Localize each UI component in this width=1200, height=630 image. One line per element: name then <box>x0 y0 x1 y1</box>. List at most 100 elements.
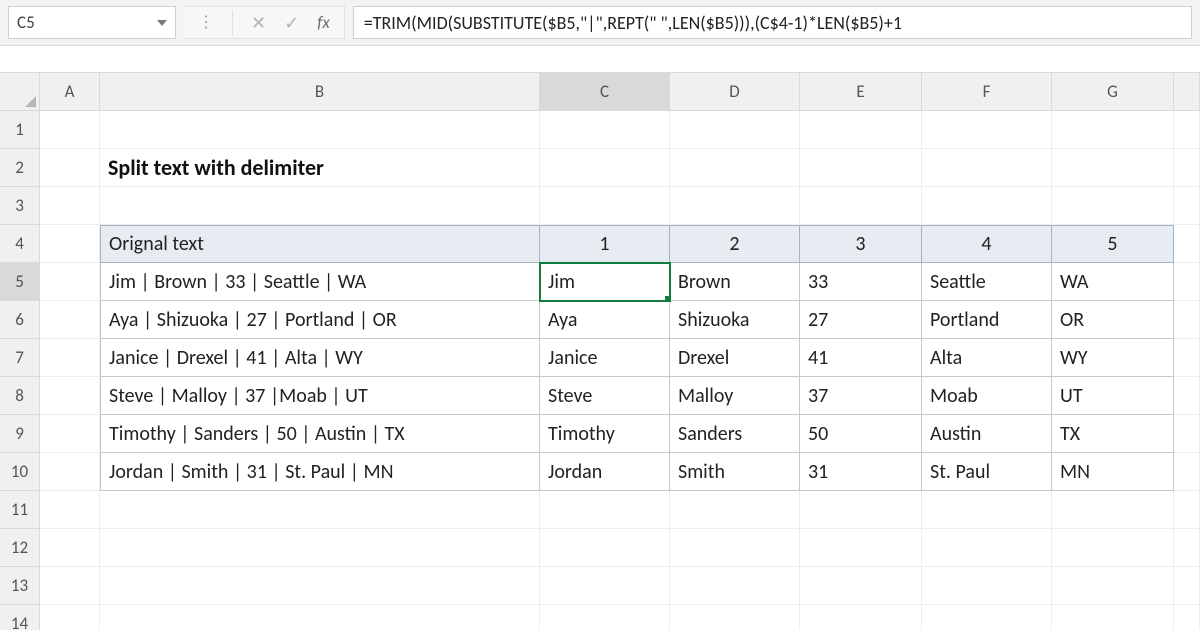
table-cell[interactable]: 37 <box>800 377 922 415</box>
cell[interactable] <box>540 491 670 529</box>
col-header-A[interactable]: A <box>40 73 100 111</box>
table-header[interactable]: Orignal text <box>100 225 540 263</box>
cell[interactable] <box>40 225 100 263</box>
table-cell[interactable]: St. Paul <box>922 453 1052 491</box>
cell[interactable] <box>922 149 1052 187</box>
cell[interactable] <box>1052 491 1174 529</box>
col-header-F[interactable]: F <box>922 73 1052 111</box>
cell[interactable] <box>1174 377 1200 415</box>
row-header[interactable]: 6 <box>0 301 40 339</box>
cell[interactable] <box>540 149 670 187</box>
table-cell[interactable]: 33 <box>800 263 922 301</box>
table-cell[interactable]: Aya | Shizuoka | 27 | Portland | OR <box>100 301 540 339</box>
col-header-overflow[interactable] <box>1174 73 1200 111</box>
table-cell[interactable]: Steve <box>540 377 670 415</box>
cell[interactable] <box>670 529 800 567</box>
cell[interactable] <box>1174 415 1200 453</box>
cell[interactable] <box>922 605 1052 630</box>
table-header[interactable]: 4 <box>922 225 1052 263</box>
cell[interactable] <box>40 605 100 630</box>
row-header[interactable]: 1 <box>0 111 40 149</box>
col-header-D[interactable]: D <box>670 73 800 111</box>
cell[interactable] <box>1174 149 1200 187</box>
cell[interactable] <box>100 605 540 630</box>
enter-check-icon[interactable]: ✓ <box>284 12 299 34</box>
cell[interactable] <box>40 529 100 567</box>
table-cell[interactable]: 27 <box>800 301 922 339</box>
cell[interactable] <box>540 567 670 605</box>
table-cell[interactable]: Seattle <box>922 263 1052 301</box>
table-cell[interactable]: 31 <box>800 453 922 491</box>
cell[interactable] <box>1052 605 1174 630</box>
table-cell[interactable]: Timothy | Sanders | 50 | Austin | TX <box>100 415 540 453</box>
table-cell[interactable]: Jordan | Smith | 31 | St. Paul | MN <box>100 453 540 491</box>
cell[interactable] <box>670 491 800 529</box>
cell[interactable] <box>40 263 100 301</box>
table-cell[interactable]: Janice <box>540 339 670 377</box>
row-header[interactable]: 14 <box>0 605 40 630</box>
chevron-down-icon[interactable] <box>157 20 167 26</box>
cell[interactable] <box>800 529 922 567</box>
cancel-icon[interactable]: ✕ <box>251 12 266 34</box>
table-header[interactable]: 5 <box>1052 225 1174 263</box>
table-cell[interactable]: Malloy <box>670 377 800 415</box>
table-cell[interactable]: Austin <box>922 415 1052 453</box>
cell[interactable] <box>1174 225 1200 263</box>
cell[interactable] <box>40 149 100 187</box>
cell[interactable] <box>40 301 100 339</box>
page-title[interactable]: Split text with delimiter <box>100 149 540 187</box>
cell[interactable] <box>800 491 922 529</box>
formula-input[interactable]: =TRIM(MID(SUBSTITUTE($B5,"|",REPT(" ",LE… <box>353 6 1192 39</box>
cell[interactable] <box>670 149 800 187</box>
cell[interactable] <box>540 529 670 567</box>
table-cell[interactable]: 41 <box>800 339 922 377</box>
cell[interactable] <box>922 567 1052 605</box>
spreadsheet-grid[interactable]: A B C D E F G 1 2 Split text with delimi… <box>0 72 1200 630</box>
cell[interactable] <box>1174 187 1200 225</box>
cell[interactable] <box>1174 453 1200 491</box>
table-cell[interactable]: MN <box>1052 453 1174 491</box>
cell[interactable] <box>670 605 800 630</box>
cell[interactable] <box>800 111 922 149</box>
row-header[interactable]: 9 <box>0 415 40 453</box>
selected-cell[interactable]: Jim <box>540 263 670 301</box>
cell[interactable] <box>922 111 1052 149</box>
table-header[interactable]: 2 <box>670 225 800 263</box>
table-header[interactable]: 3 <box>800 225 922 263</box>
cell[interactable] <box>800 605 922 630</box>
table-cell[interactable]: WY <box>1052 339 1174 377</box>
col-header-B[interactable]: B <box>100 73 540 111</box>
cell[interactable] <box>540 111 670 149</box>
table-cell[interactable]: Brown <box>670 263 800 301</box>
table-cell[interactable]: TX <box>1052 415 1174 453</box>
cell[interactable] <box>100 111 540 149</box>
table-cell[interactable]: Shizuoka <box>670 301 800 339</box>
row-header[interactable]: 2 <box>0 149 40 187</box>
col-header-G[interactable]: G <box>1052 73 1174 111</box>
row-header[interactable]: 10 <box>0 453 40 491</box>
table-cell[interactable]: Steve | Malloy | 37 |Moab | UT <box>100 377 540 415</box>
cell[interactable] <box>670 111 800 149</box>
col-header-C[interactable]: C <box>540 73 670 111</box>
cell[interactable] <box>40 111 100 149</box>
fx-icon[interactable]: fx <box>317 12 330 33</box>
cell[interactable] <box>1174 301 1200 339</box>
table-cell[interactable]: 50 <box>800 415 922 453</box>
table-cell[interactable]: Jordan <box>540 453 670 491</box>
cell[interactable] <box>100 529 540 567</box>
select-all-corner[interactable] <box>0 73 40 111</box>
cell[interactable] <box>1052 567 1174 605</box>
cell[interactable] <box>670 567 800 605</box>
row-header[interactable]: 4 <box>0 225 40 263</box>
cell[interactable] <box>540 187 670 225</box>
cell[interactable] <box>40 187 100 225</box>
cell[interactable] <box>1174 263 1200 301</box>
table-cell[interactable]: Aya <box>540 301 670 339</box>
table-cell[interactable]: Timothy <box>540 415 670 453</box>
cell[interactable] <box>1174 491 1200 529</box>
cell[interactable] <box>100 491 540 529</box>
table-cell[interactable]: Janice | Drexel | 41 | Alta | WY <box>100 339 540 377</box>
cell[interactable] <box>540 605 670 630</box>
cell[interactable] <box>670 187 800 225</box>
cell[interactable] <box>1174 529 1200 567</box>
